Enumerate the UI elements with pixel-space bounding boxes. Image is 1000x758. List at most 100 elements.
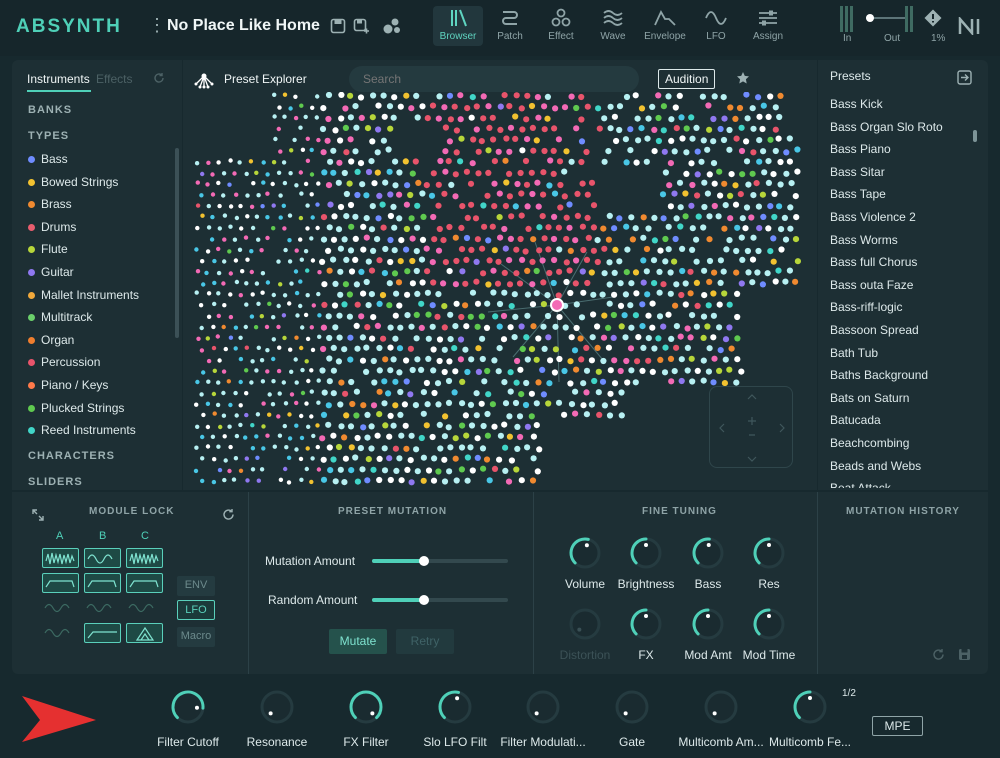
preset-dot[interactable] (517, 366, 524, 373)
tab-lfo[interactable]: LFO (691, 6, 741, 46)
preset-dot[interactable] (281, 313, 287, 318)
preset-dot[interactable] (299, 413, 304, 419)
preset-dot[interactable] (516, 280, 524, 287)
preset-dot[interactable] (617, 367, 624, 375)
preset-dot[interactable] (294, 423, 299, 428)
preset-dot[interactable] (305, 268, 310, 273)
preset-dot[interactable] (557, 204, 564, 211)
preset-dot[interactable] (484, 410, 491, 418)
preset-dot[interactable] (723, 246, 730, 253)
preset-dot[interactable] (496, 456, 503, 463)
preset-dot[interactable] (611, 399, 618, 406)
preset-dot[interactable] (578, 314, 586, 321)
preset-dot[interactable] (676, 92, 683, 99)
preset-dot[interactable] (325, 247, 332, 254)
preset-dot[interactable] (522, 248, 529, 255)
preset-dot[interactable] (722, 202, 729, 209)
preset-dot[interactable] (579, 180, 586, 187)
preset-dot[interactable] (347, 356, 354, 363)
preset-dot[interactable] (380, 92, 387, 99)
preset-dot[interactable] (464, 105, 471, 112)
preset-dot[interactable] (622, 136, 629, 143)
preset-dot[interactable] (743, 204, 751, 211)
preset-dot[interactable] (688, 160, 695, 167)
preset-dot[interactable] (376, 388, 383, 395)
preset-dot[interactable] (711, 180, 718, 187)
preset-dot[interactable] (267, 301, 272, 306)
preset-dot[interactable] (354, 345, 361, 352)
preset-dot[interactable] (403, 246, 410, 253)
preset-dot[interactable] (584, 103, 591, 110)
preset-dot[interactable] (503, 135, 510, 142)
preset-dot[interactable] (594, 323, 601, 330)
preset-dot[interactable] (514, 423, 521, 430)
preset-dot[interactable] (506, 103, 513, 110)
preset-dot[interactable] (403, 445, 410, 452)
preset-dot[interactable] (665, 93, 672, 100)
preset-dot[interactable] (638, 125, 645, 132)
preset-dot[interactable] (732, 201, 740, 208)
preset-dot[interactable] (319, 258, 326, 265)
preset-dot[interactable] (478, 400, 485, 407)
preset-dot[interactable] (473, 278, 480, 285)
preset-dot[interactable] (298, 170, 303, 175)
preset-dot[interactable] (360, 424, 367, 431)
preset-dot[interactable] (583, 367, 591, 374)
preset-dot[interactable] (733, 379, 740, 386)
preset-dot[interactable] (539, 366, 546, 373)
sliders-heading[interactable]: SLIDERS (28, 476, 83, 488)
preset-dot[interactable] (319, 367, 326, 374)
mutation-amount-thumb[interactable] (418, 556, 429, 566)
preset-dot[interactable] (194, 402, 199, 407)
preset-dot[interactable] (270, 402, 276, 407)
preset-dot[interactable] (475, 345, 482, 352)
preset-dot[interactable] (193, 468, 199, 474)
preset-dot[interactable] (767, 248, 774, 255)
preset-dot[interactable] (376, 411, 383, 418)
preset-dot[interactable] (293, 115, 299, 121)
favorite-star-icon[interactable] (736, 71, 750, 85)
preset-dot[interactable] (448, 181, 455, 188)
preset-dot[interactable] (210, 214, 215, 220)
preset-dot[interactable] (578, 356, 585, 363)
preset-dot[interactable] (651, 237, 658, 244)
preset-dot[interactable] (392, 402, 399, 409)
preset-dot[interactable] (294, 290, 300, 296)
preset-dot[interactable] (706, 257, 714, 265)
preset-dot[interactable] (524, 312, 531, 319)
preset-dot[interactable] (473, 126, 480, 133)
preset-dot[interactable] (249, 269, 254, 275)
tab-patch[interactable]: Patch (485, 6, 535, 46)
preset-dot[interactable] (272, 92, 277, 97)
preset-dot[interactable] (508, 213, 515, 220)
preset-dot[interactable] (601, 245, 608, 252)
preset-dot[interactable] (210, 192, 216, 197)
preset-dot[interactable] (668, 116, 675, 123)
preset-dot[interactable] (467, 313, 474, 320)
preset-dot[interactable] (407, 345, 414, 352)
preset-dot[interactable] (485, 281, 492, 288)
preset-dot[interactable] (409, 235, 416, 242)
preset-dot[interactable] (435, 247, 443, 254)
preset-dot[interactable] (404, 268, 411, 275)
preset-dot[interactable] (412, 402, 419, 409)
preset-dot[interactable] (404, 182, 411, 189)
preset-dot[interactable] (404, 291, 411, 298)
preset-dot[interactable] (590, 247, 597, 254)
preset-dot[interactable] (601, 115, 608, 122)
preset-dot[interactable] (463, 168, 470, 175)
preset-dot[interactable] (276, 259, 281, 264)
preset-dot[interactable] (347, 423, 355, 430)
preset-dot[interactable] (436, 225, 443, 233)
preset-dot[interactable] (506, 148, 513, 155)
preset-dot[interactable] (195, 379, 200, 385)
preset-dot[interactable] (223, 346, 228, 352)
preset-dot[interactable] (294, 400, 299, 406)
preset-dot[interactable] (435, 202, 442, 209)
preset-dot[interactable] (260, 379, 266, 384)
preset-dot[interactable] (467, 401, 475, 408)
preset-dot[interactable] (754, 269, 761, 276)
fine-tune-knob-fx[interactable] (629, 607, 663, 641)
preset-dot[interactable] (511, 334, 518, 341)
random-amount-slider[interactable] (372, 595, 508, 605)
